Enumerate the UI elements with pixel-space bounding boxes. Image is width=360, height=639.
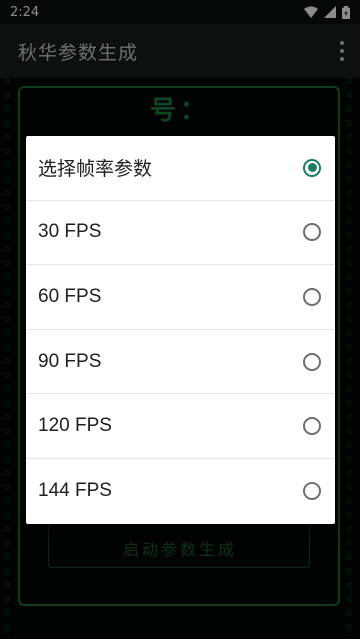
option-30-fps[interactable]: 30 FPS [26, 201, 335, 266]
option-label: 选择帧率参数 [38, 159, 153, 181]
option-label: 90 FPS [38, 350, 102, 372]
option-label: 60 FPS [38, 285, 102, 307]
frame-rate-dialog: 选择帧率参数 30 FPS 60 FPS 90 FPS 120 FPS 144 … [26, 136, 335, 524]
radio-button[interactable] [303, 482, 321, 501]
radio-button[interactable] [303, 352, 321, 371]
radio-button[interactable] [303, 223, 321, 242]
radio-button[interactable] [303, 287, 321, 306]
radio-button-checked[interactable] [303, 158, 321, 177]
option-label: 30 FPS [38, 221, 102, 243]
option-120-fps[interactable]: 120 FPS [26, 394, 335, 459]
option-60-fps[interactable]: 60 FPS [26, 265, 335, 330]
option-select-frame-rate[interactable]: 选择帧率参数 [26, 136, 335, 201]
radio-button[interactable] [303, 417, 321, 436]
option-144-fps[interactable]: 144 FPS [26, 459, 335, 524]
option-label: 144 FPS [38, 480, 112, 502]
option-90-fps[interactable]: 90 FPS [26, 330, 335, 395]
option-label: 120 FPS [38, 415, 112, 437]
